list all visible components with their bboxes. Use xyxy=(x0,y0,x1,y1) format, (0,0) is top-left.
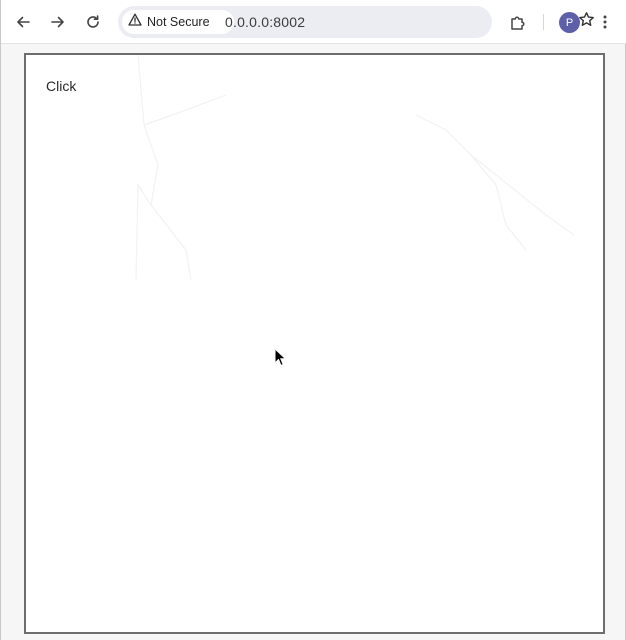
forward-button[interactable] xyxy=(45,9,71,35)
browser-toolbar: Not Secure 0.0.0.0:8002 P xyxy=(1,0,626,44)
extensions-button[interactable] xyxy=(505,9,531,35)
puzzle-icon xyxy=(509,13,527,31)
address-bar[interactable]: Not Secure 0.0.0.0:8002 xyxy=(118,6,594,38)
security-label: Not Secure xyxy=(147,15,210,29)
reload-button[interactable] xyxy=(80,9,106,35)
toolbar-divider xyxy=(543,14,544,30)
browser-window: Not Secure 0.0.0.0:8002 P Click xyxy=(0,0,626,640)
menu-button[interactable] xyxy=(592,9,618,35)
warning-triangle-icon xyxy=(128,13,142,31)
back-button[interactable] xyxy=(10,9,36,35)
profile-avatar[interactable]: P xyxy=(559,12,580,33)
mouse-cursor-icon xyxy=(274,348,287,367)
arrow-right-icon xyxy=(50,14,66,30)
faint-background-lines xyxy=(135,55,575,281)
arrow-left-icon xyxy=(15,14,31,30)
reload-icon xyxy=(85,14,101,30)
kebab-menu-icon xyxy=(602,14,608,30)
url-text[interactable]: 0.0.0.0:8002 xyxy=(225,14,305,30)
page-canvas[interactable]: Click xyxy=(24,53,605,634)
click-label: Click xyxy=(46,78,77,94)
security-chip[interactable]: Not Secure xyxy=(122,10,234,34)
